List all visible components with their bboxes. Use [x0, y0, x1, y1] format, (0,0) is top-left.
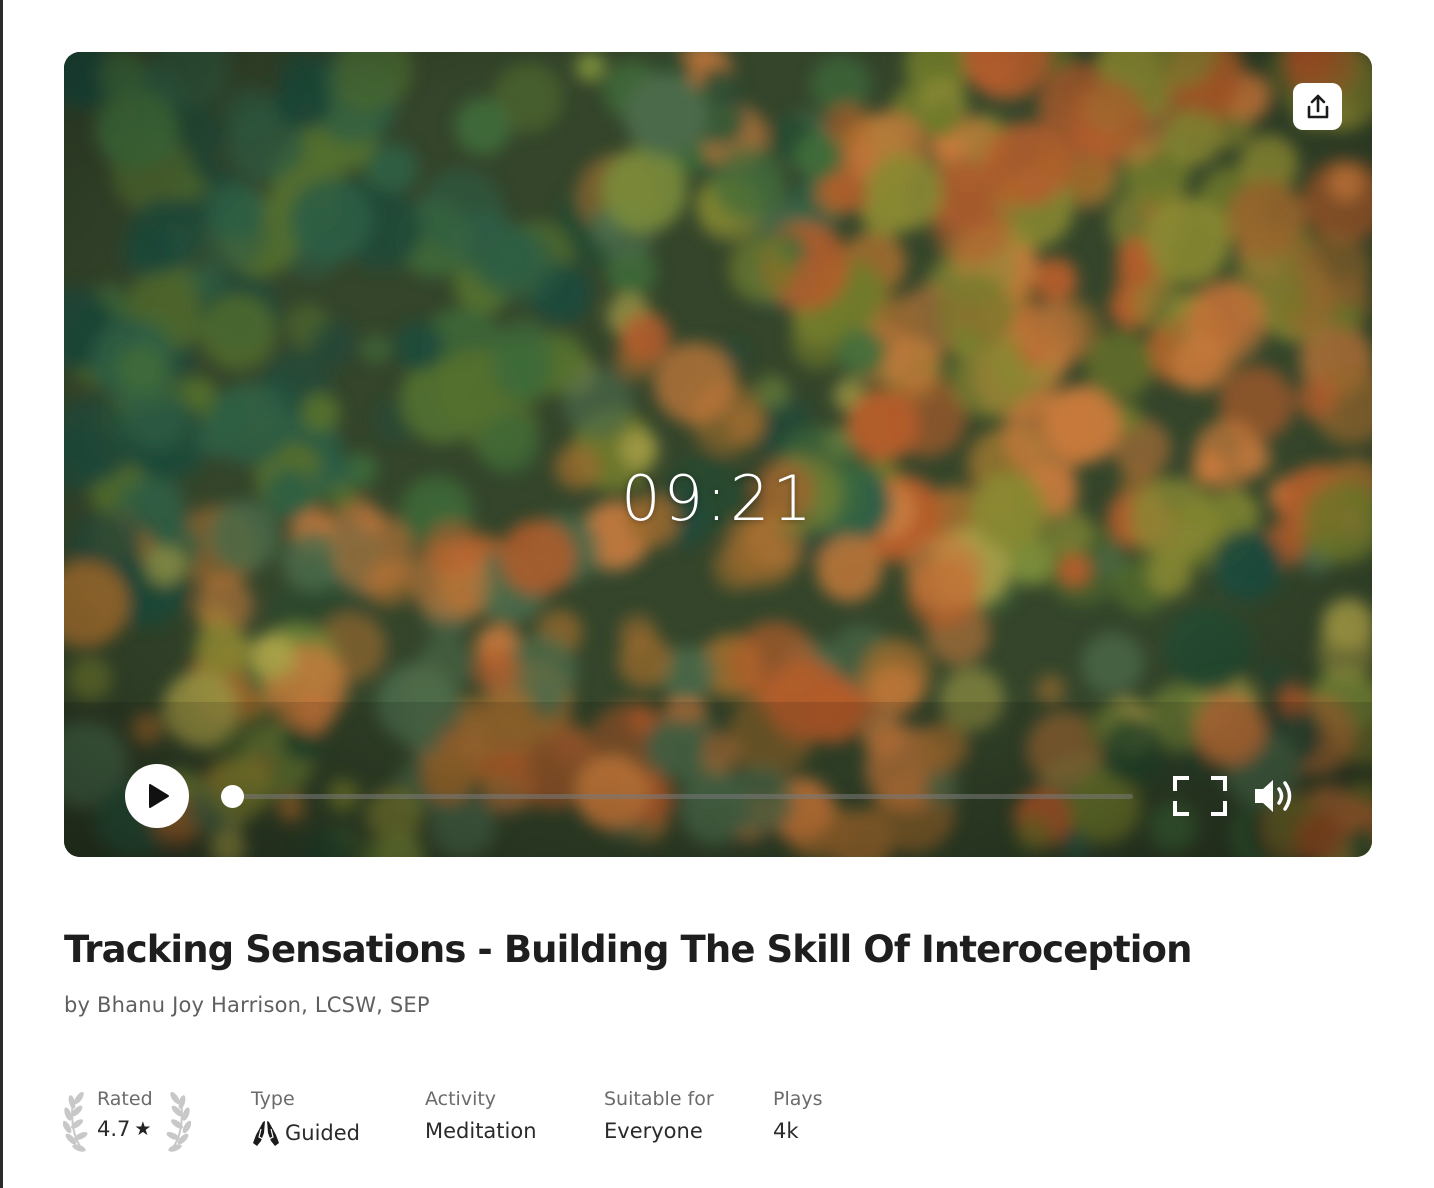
activity-value: Meditation [425, 1119, 537, 1143]
meta-type: Type Guided [251, 1088, 360, 1158]
suitable-label: Suitable for [604, 1088, 714, 1110]
progress-knob[interactable] [221, 785, 244, 808]
plays-label: Plays [773, 1088, 823, 1110]
activity-label: Activity [425, 1088, 497, 1110]
volume-icon [1255, 780, 1292, 812]
fullscreen-icon [1173, 776, 1227, 816]
rated-value: 4.7 [97, 1117, 131, 1141]
meta-plays: Plays 4k [773, 1088, 823, 1158]
rating-block: Rated 4.7 ★ [63, 1084, 191, 1156]
type-value: Guided [285, 1121, 360, 1145]
star-icon: ★ [134, 1118, 152, 1140]
praying-hands-icon [253, 1121, 279, 1146]
share-icon [1307, 94, 1328, 118]
meta-suitable: Suitable for Everyone [604, 1088, 714, 1158]
video-player[interactable]: 09:21 [64, 52, 1372, 857]
meta-activity: Activity Meditation [425, 1088, 537, 1158]
timer-display: 09:21 [621, 462, 815, 535]
suitable-value: Everyone [604, 1119, 703, 1143]
share-button[interactable] [1293, 83, 1342, 130]
plays-value: 4k [773, 1119, 799, 1143]
fullscreen-button[interactable] [1172, 775, 1228, 817]
rated-label: Rated [97, 1088, 153, 1110]
type-value-row: Guided [251, 1119, 360, 1147]
play-icon [149, 784, 169, 808]
track-author[interactable]: by Bhanu Joy Harrison, LCSW, SEP [64, 993, 430, 1017]
type-label: Type [251, 1088, 295, 1110]
rating-text: Rated 4.7 ★ [97, 1088, 153, 1141]
forest-background-image [64, 52, 1372, 857]
play-button[interactable] [125, 764, 189, 828]
rated-value-row: 4.7 ★ [97, 1117, 153, 1141]
track-title: Tracking Sensations - Building The Skill… [64, 928, 1192, 971]
volume-button[interactable] [1252, 774, 1298, 818]
window-left-border [0, 0, 3, 1188]
progress-bar[interactable] [221, 785, 1133, 808]
